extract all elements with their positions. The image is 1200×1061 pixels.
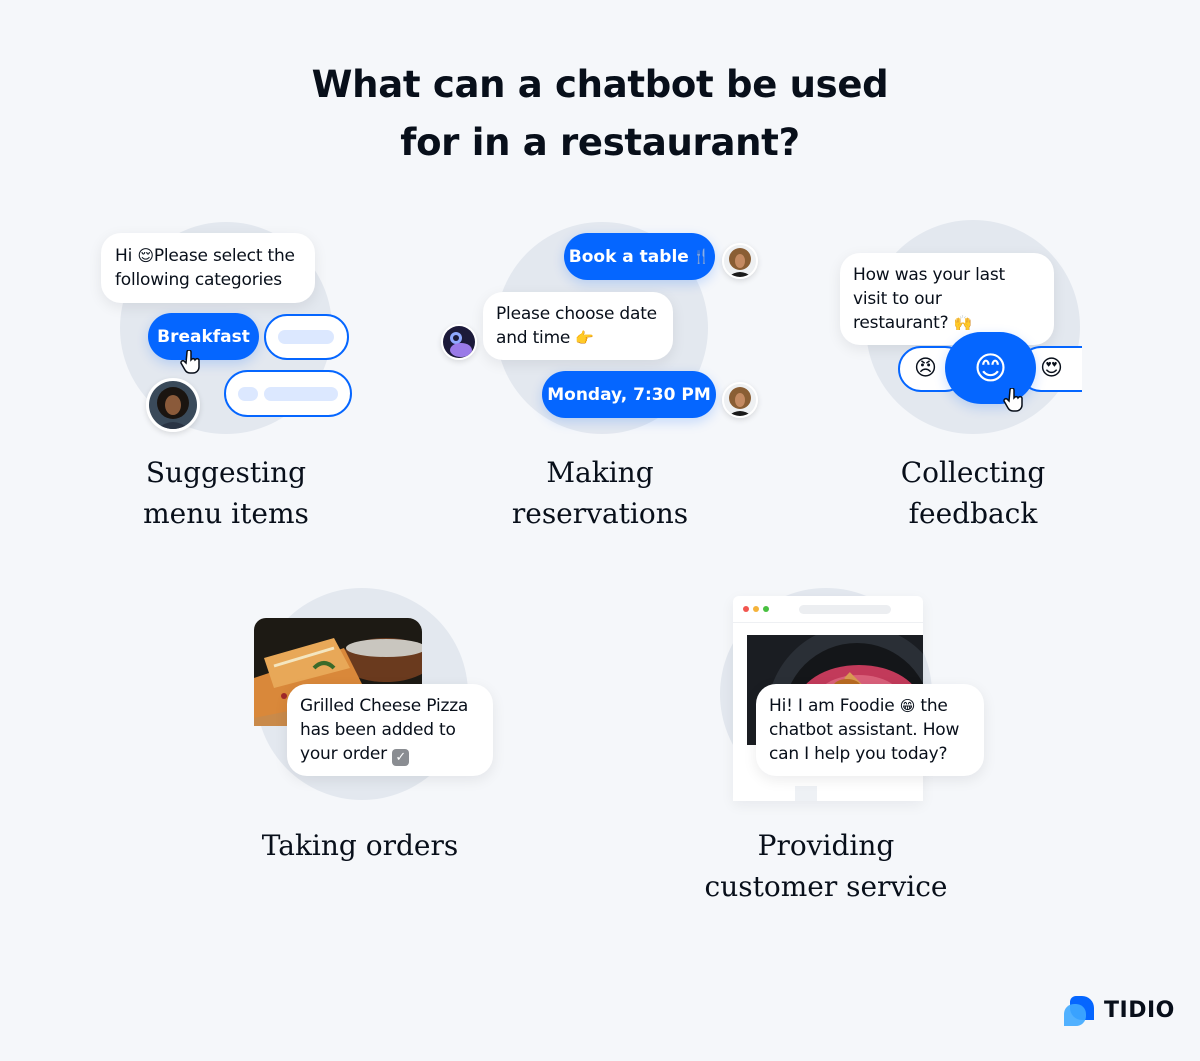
browser-stand — [795, 786, 817, 801]
user-avatar — [146, 378, 200, 432]
title-line-2: for in a restaurant? — [400, 121, 800, 164]
panel-label: Making reservations — [511, 456, 689, 530]
fork-knife-icon: 🍴 — [692, 248, 711, 265]
panel-label: Taking orders — [261, 829, 459, 862]
skeleton-line — [278, 330, 334, 344]
minimize-dot-icon — [753, 606, 759, 612]
close-dot-icon — [743, 606, 749, 612]
menu-option-placeholder[interactable] — [224, 370, 352, 417]
tidio-logo[interactable]: TIDIO — [1062, 994, 1175, 1026]
bot-message: Please choose date and time 👉 — [483, 292, 673, 360]
grinning-face-icon: 😁 — [899, 697, 916, 715]
breakfast-option-button[interactable]: Breakfast — [148, 313, 259, 360]
bot-message: Hi! I am Foodie 😁 the chatbot assistant.… — [756, 684, 984, 776]
bot-message: Hi 😌Please select the following categori… — [101, 233, 315, 303]
maximize-dot-icon — [763, 606, 769, 612]
skeleton-line — [238, 386, 258, 401]
bot-message: How was your last visit to our restauran… — [840, 253, 1054, 345]
browser-titlebar — [733, 596, 923, 623]
heart-eyes-icon: 😍 — [1040, 356, 1063, 381]
user-avatar — [722, 382, 758, 418]
relieved-face-icon: 😌 — [137, 246, 154, 265]
raising-hands-icon: 🙌 — [953, 314, 973, 332]
date-time-message: Monday, 7:30 PM — [542, 371, 716, 418]
hand-cursor-icon — [180, 349, 202, 377]
title-line-1: What can a chatbot be used — [311, 63, 889, 106]
user-avatar — [722, 243, 758, 279]
panel-label: Collecting feedback — [900, 456, 1046, 530]
address-bar — [799, 604, 891, 614]
page-title: What can a chatbot be used for in a rest… — [0, 56, 1200, 172]
check-box-icon: ✓ — [392, 749, 410, 766]
hand-cursor-icon — [1003, 387, 1025, 415]
skeleton-line — [264, 386, 338, 401]
menu-option-placeholder[interactable] — [264, 314, 349, 360]
brand-name: TIDIO — [1104, 997, 1175, 1023]
pointing-right-icon: 👉 — [575, 329, 594, 347]
panel-label: Providing customer service — [704, 829, 948, 903]
smiling-face-icon: 😊 — [973, 349, 1008, 387]
book-table-message: Book a table 🍴 — [564, 233, 715, 280]
tidio-logo-icon — [1064, 996, 1094, 1026]
bot-avatar — [441, 324, 477, 360]
angry-face-icon: 😠 — [914, 356, 937, 381]
bot-message: Grilled Cheese Pizza has been added to y… — [287, 684, 493, 776]
panel-label: Suggesting menu items — [143, 456, 309, 530]
